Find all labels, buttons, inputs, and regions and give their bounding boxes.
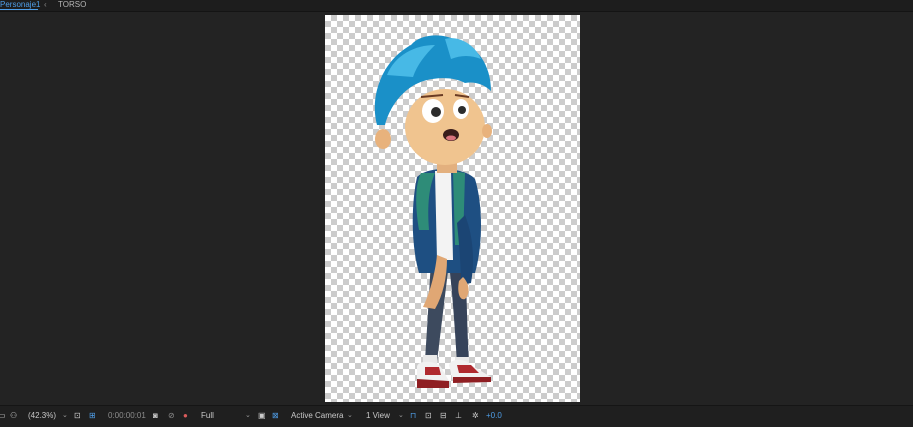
tab-torso[interactable]: TORSO — [58, 0, 86, 10]
exposure-reset-icon[interactable]: ✲ — [472, 409, 479, 423]
zoom-level[interactable]: (42.3%) — [28, 409, 56, 423]
composition-canvas[interactable] — [325, 15, 580, 402]
view-options-icon[interactable]: ⚇ — [10, 409, 17, 423]
region-of-interest-icon[interactable]: ⊞ — [89, 409, 96, 423]
camera-dropdown-chevron-icon[interactable]: ⌄ — [347, 409, 353, 423]
monitor-icon[interactable]: ▭ — [0, 409, 6, 423]
show-snapshot-icon[interactable]: ⊘ — [168, 409, 175, 423]
view-layout-select[interactable]: 1 View — [366, 409, 390, 423]
camera-select[interactable]: Active Camera — [291, 409, 343, 423]
fit-to-frame-icon[interactable]: ⊡ — [74, 409, 81, 423]
flowchart-icon[interactable]: ⊥ — [455, 409, 462, 423]
resolution-dropdown-chevron-icon[interactable]: ⌄ — [245, 409, 251, 423]
exposure-value[interactable]: +0.0 — [486, 409, 502, 423]
color-channels-icon[interactable]: ● — [183, 409, 188, 423]
active-tab-underline — [0, 9, 38, 10]
resolution-select[interactable]: Full — [201, 409, 214, 423]
viewer-toolbar: ▭ ⚇ (42.3%) ⌄ ⊡ ⊞ 0:00:00:01 ◙ ⊘ ● Full … — [0, 405, 913, 427]
transparency-grid-icon[interactable]: ⊠ — [272, 409, 279, 423]
view-layout-dropdown-chevron-icon[interactable]: ⌄ — [398, 409, 404, 423]
fast-previews-icon[interactable]: ▣ — [258, 409, 266, 423]
zoom-dropdown-chevron-icon[interactable]: ⌄ — [62, 409, 68, 423]
snapshot-camera-icon[interactable]: ◙ — [153, 409, 158, 423]
toggle-pixel-aspect-icon[interactable]: ⊓ — [410, 409, 416, 423]
timecode[interactable]: 0:00:00:01 — [108, 409, 146, 423]
fast-preview-toggle-icon[interactable]: ⊡ — [425, 409, 432, 423]
composition-tab-bar: Personaje1 ‹ TORSO — [0, 0, 913, 12]
tab-navigation-arrow-icon[interactable]: ‹ — [44, 0, 47, 10]
timeline-icon[interactable]: ⊟ — [440, 409, 447, 423]
character-illustration — [374, 35, 492, 389]
